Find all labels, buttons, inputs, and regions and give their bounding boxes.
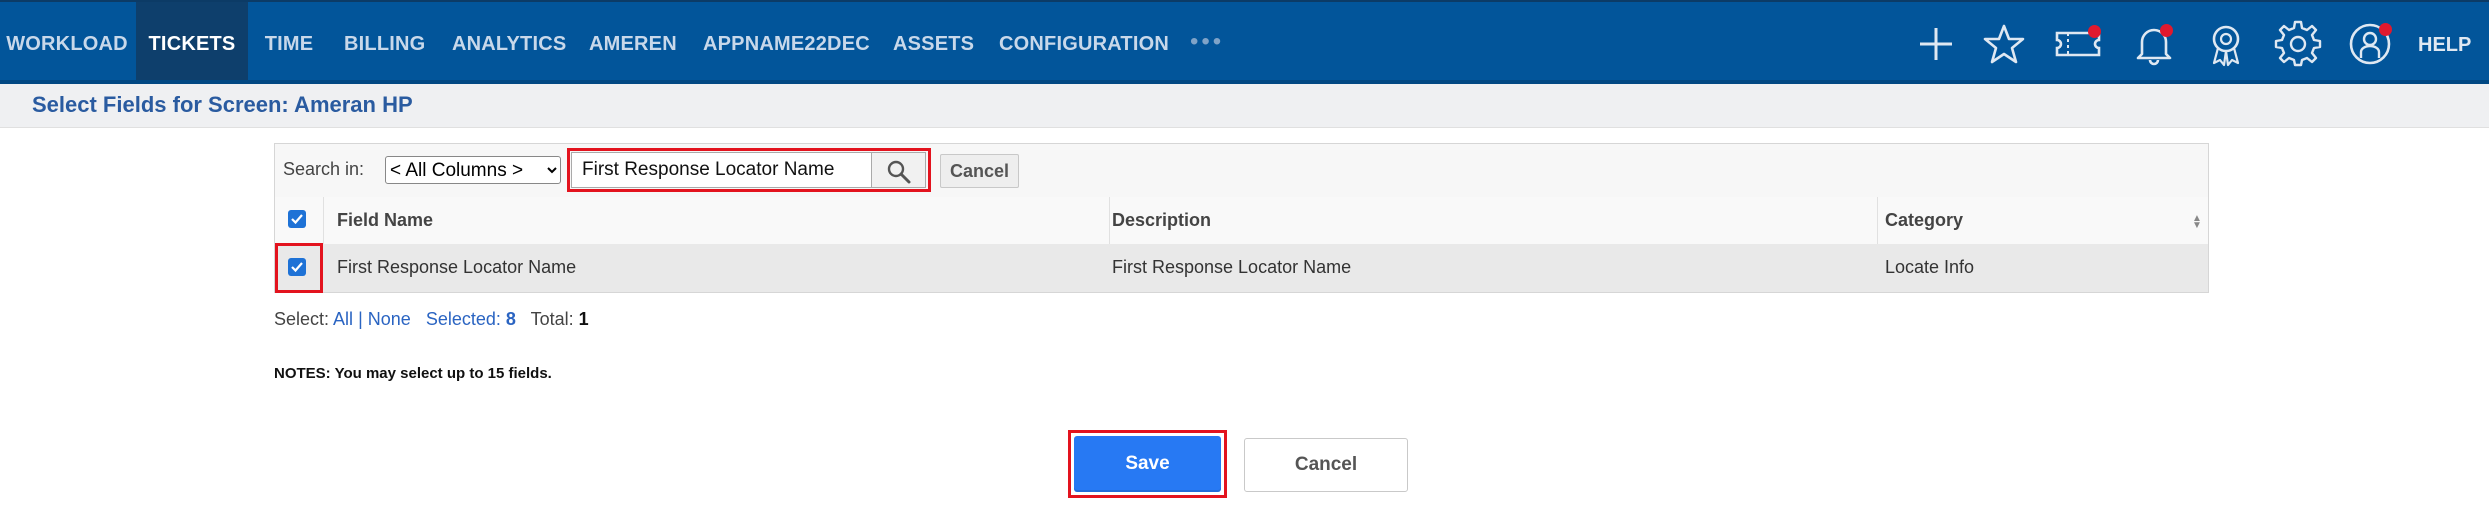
plus-icon[interactable] bbox=[1912, 20, 1960, 68]
search-button[interactable] bbox=[871, 152, 926, 188]
select-label: Select: bbox=[274, 309, 330, 329]
save-button[interactable]: Save bbox=[1074, 436, 1221, 492]
nav-item-appname22dec[interactable]: APPNAME22DEC bbox=[703, 2, 870, 82]
nav-item-time[interactable]: TIME bbox=[262, 2, 316, 82]
select-all-link[interactable]: All bbox=[333, 309, 353, 329]
cell-description: First Response Locator Name bbox=[1112, 257, 1352, 277]
cell-field-name: First Response Locator Name bbox=[337, 257, 577, 277]
cell-category: Locate Info bbox=[1885, 257, 1975, 277]
column-divider bbox=[323, 197, 324, 244]
nav-item-analytics[interactable]: ANALYTICS bbox=[452, 2, 566, 82]
nav-item-tickets[interactable]: TICKETS bbox=[136, 2, 248, 82]
table-row[interactable]: First Response Locator Name First Respon… bbox=[275, 243, 2208, 293]
sort-icon[interactable]: ▲ ▼ bbox=[2192, 214, 2202, 231]
nav-item-configuration[interactable]: CONFIGURATION bbox=[999, 2, 1169, 82]
total-label: Total: bbox=[530, 309, 574, 329]
page-header: Select Fields for Screen: Ameran HP bbox=[0, 84, 2489, 128]
help-link[interactable]: HELP bbox=[2418, 2, 2471, 86]
select-all-checkbox[interactable] bbox=[288, 210, 306, 228]
field-grid: Search in: < All Columns > Cancel Field … bbox=[274, 143, 2209, 293]
cancel-button[interactable]: Cancel bbox=[1244, 438, 1408, 492]
search-icon bbox=[887, 160, 911, 184]
search-bar: Search in: < All Columns > Cancel bbox=[275, 144, 2208, 198]
user-notification-dot bbox=[2379, 23, 2392, 36]
selected-label[interactable]: Selected: bbox=[426, 309, 501, 329]
column-header-description[interactable]: Description bbox=[1112, 210, 1211, 231]
nav-item-billing[interactable]: BILLING bbox=[344, 2, 425, 82]
page-title: Select Fields for Screen: Ameran HP bbox=[32, 92, 413, 117]
search-cancel-button[interactable]: Cancel bbox=[940, 154, 1019, 188]
gear-icon[interactable] bbox=[2274, 20, 2322, 68]
notes-text: NOTES: You may select up to 15 fields. bbox=[274, 365, 552, 382]
bell-icon[interactable] bbox=[2130, 20, 2178, 68]
bell-notification-dot bbox=[2160, 24, 2173, 37]
nav-item-workload[interactable]: WORKLOAD bbox=[0, 2, 134, 82]
column-divider bbox=[1877, 197, 1878, 244]
column-header-field-name[interactable]: Field Name bbox=[337, 210, 433, 231]
column-divider bbox=[1109, 197, 1110, 244]
select-separator: | bbox=[358, 309, 363, 329]
search-input[interactable] bbox=[571, 152, 873, 188]
ticket-notification-dot bbox=[2088, 25, 2101, 38]
more-menu-icon[interactable]: ••• bbox=[1190, 2, 1224, 82]
selected-count[interactable]: 8 bbox=[506, 309, 516, 329]
star-icon[interactable] bbox=[1980, 20, 2028, 68]
top-nav: WORKLOAD TICKETS TIME BILLING ANALYTICS … bbox=[0, 0, 2489, 84]
column-header-category[interactable]: Category bbox=[1885, 210, 1963, 231]
select-none-link[interactable]: None bbox=[368, 309, 411, 329]
selection-summary: Select: All | None Selected: 8 Total: 1 bbox=[274, 309, 589, 330]
user-icon[interactable] bbox=[2346, 20, 2394, 68]
nav-item-assets[interactable]: ASSETS bbox=[893, 2, 974, 82]
table-header: Field Name Description Category ▲ ▼ bbox=[275, 197, 2208, 245]
search-scope-select[interactable]: < All Columns > bbox=[385, 156, 561, 184]
search-in-label: Search in: bbox=[283, 159, 365, 179]
row-checkbox[interactable] bbox=[288, 258, 306, 276]
badge-icon[interactable] bbox=[2202, 20, 2250, 68]
ticket-icon[interactable] bbox=[2054, 20, 2102, 68]
nav-item-ameren[interactable]: AMEREN bbox=[589, 2, 677, 82]
total-count: 1 bbox=[578, 309, 589, 329]
